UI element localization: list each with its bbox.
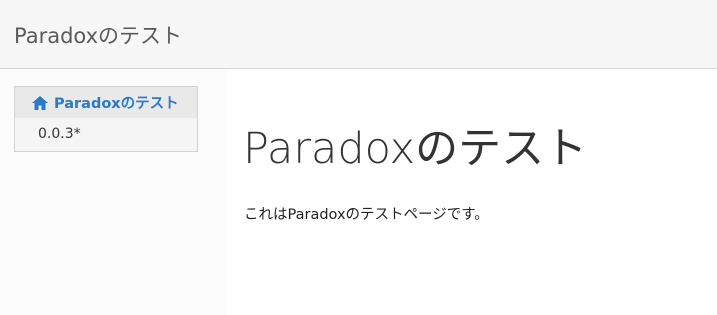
version-label: 0.0.3* (38, 126, 81, 142)
sidebar-nav: Paradoxのテスト 0.0.3* (14, 86, 198, 152)
page-body-text: これはParadoxのテストページです。 (244, 207, 489, 223)
sidebar-home-label: Paradoxのテスト (54, 96, 179, 112)
site-title[interactable]: Paradoxのテスト (14, 20, 182, 50)
top-bar: Paradoxのテスト (0, 0, 717, 69)
page-title: Paradoxのテスト (243, 124, 588, 174)
sidebar-home-link[interactable]: Paradoxのテスト (15, 87, 197, 118)
home-icon (31, 95, 49, 111)
main-content (227, 70, 717, 315)
